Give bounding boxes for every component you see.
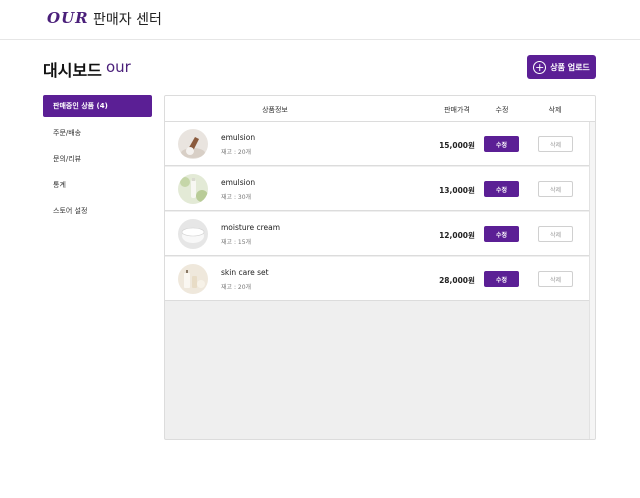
product-name: skin care set [221, 268, 269, 277]
edit-button[interactable]: 수정 [484, 271, 519, 287]
upload-product-button[interactable]: + 상품 업로드 [527, 55, 596, 79]
header-title: 판매자 센터 [93, 12, 162, 28]
table-header: 상품정보 판매가격 수정 삭제 [165, 96, 595, 122]
product-name: emulsion [221, 178, 256, 187]
product-price: 28,000원 [439, 276, 475, 285]
product-price: 15,000원 [439, 141, 475, 150]
column-header-edit: 수정 [495, 106, 509, 114]
product-thumbnail [178, 219, 208, 249]
upload-button-label: 상품 업로드 [550, 62, 590, 72]
product-price: 13,000원 [439, 186, 475, 195]
product-name: emulsion [221, 133, 256, 142]
product-price: 12,000원 [439, 231, 475, 240]
column-header-price: 판매가격 [444, 106, 470, 114]
delete-button[interactable]: 삭제 [538, 181, 573, 197]
product-stock: 재고 : 15개 [221, 239, 252, 246]
page-title: 대시보드 [43, 61, 102, 80]
table-row: emulsion 재고 : 20개 15,000원 수정 삭제 [165, 122, 589, 166]
sidebar-item-stats[interactable]: 통계 [43, 172, 152, 198]
edit-button[interactable]: 수정 [484, 181, 519, 197]
product-stock: 재고 : 20개 [221, 149, 252, 156]
product-stock: 재고 : 20개 [221, 284, 252, 291]
delete-button[interactable]: 삭제 [538, 136, 573, 152]
edit-button[interactable]: 수정 [484, 136, 519, 152]
table-row: emulsion 재고 : 30개 13,000원 수정 삭제 [165, 167, 589, 211]
product-table: 상품정보 판매가격 수정 삭제 emulsion 재고 : 20개 15,000… [164, 95, 596, 440]
sidebar-item-orders[interactable]: 주문/배송 [43, 120, 152, 146]
edit-button[interactable]: 수정 [484, 226, 519, 242]
product-thumbnail [178, 264, 208, 294]
brand-logo[interactable]: OUR [47, 9, 89, 27]
product-stock: 재고 : 30개 [221, 194, 252, 201]
column-header-product-info: 상품정보 [262, 106, 288, 114]
sidebar-item-store-settings[interactable]: 스토어 설정 [43, 198, 152, 224]
product-thumbnail [178, 129, 208, 159]
sidebar-item-products-on-sale[interactable]: 판매중인 상품 (4) [43, 95, 152, 117]
sidebar-item-inquiries[interactable]: 문의/리뷰 [43, 146, 152, 172]
sidebar-nav: 판매중인 상품 (4) 주문/배송 문의/리뷰 통계 스토어 설정 [43, 95, 152, 224]
product-thumbnail [178, 174, 208, 204]
store-name: our [106, 58, 131, 76]
product-name: moisture cream [221, 223, 281, 232]
table-scrollbar[interactable] [589, 122, 595, 439]
column-header-delete: 삭제 [548, 106, 562, 114]
table-row: moisture cream 재고 : 15개 12,000원 수정 삭제 [165, 212, 589, 256]
table-row: skin care set 재고 : 20개 28,000원 수정 삭제 [165, 257, 589, 301]
plus-circle-icon: + [533, 60, 547, 74]
delete-button[interactable]: 삭제 [538, 271, 573, 287]
delete-button[interactable]: 삭제 [538, 226, 573, 242]
top-header: OUR 판매자 센터 [0, 0, 640, 40]
